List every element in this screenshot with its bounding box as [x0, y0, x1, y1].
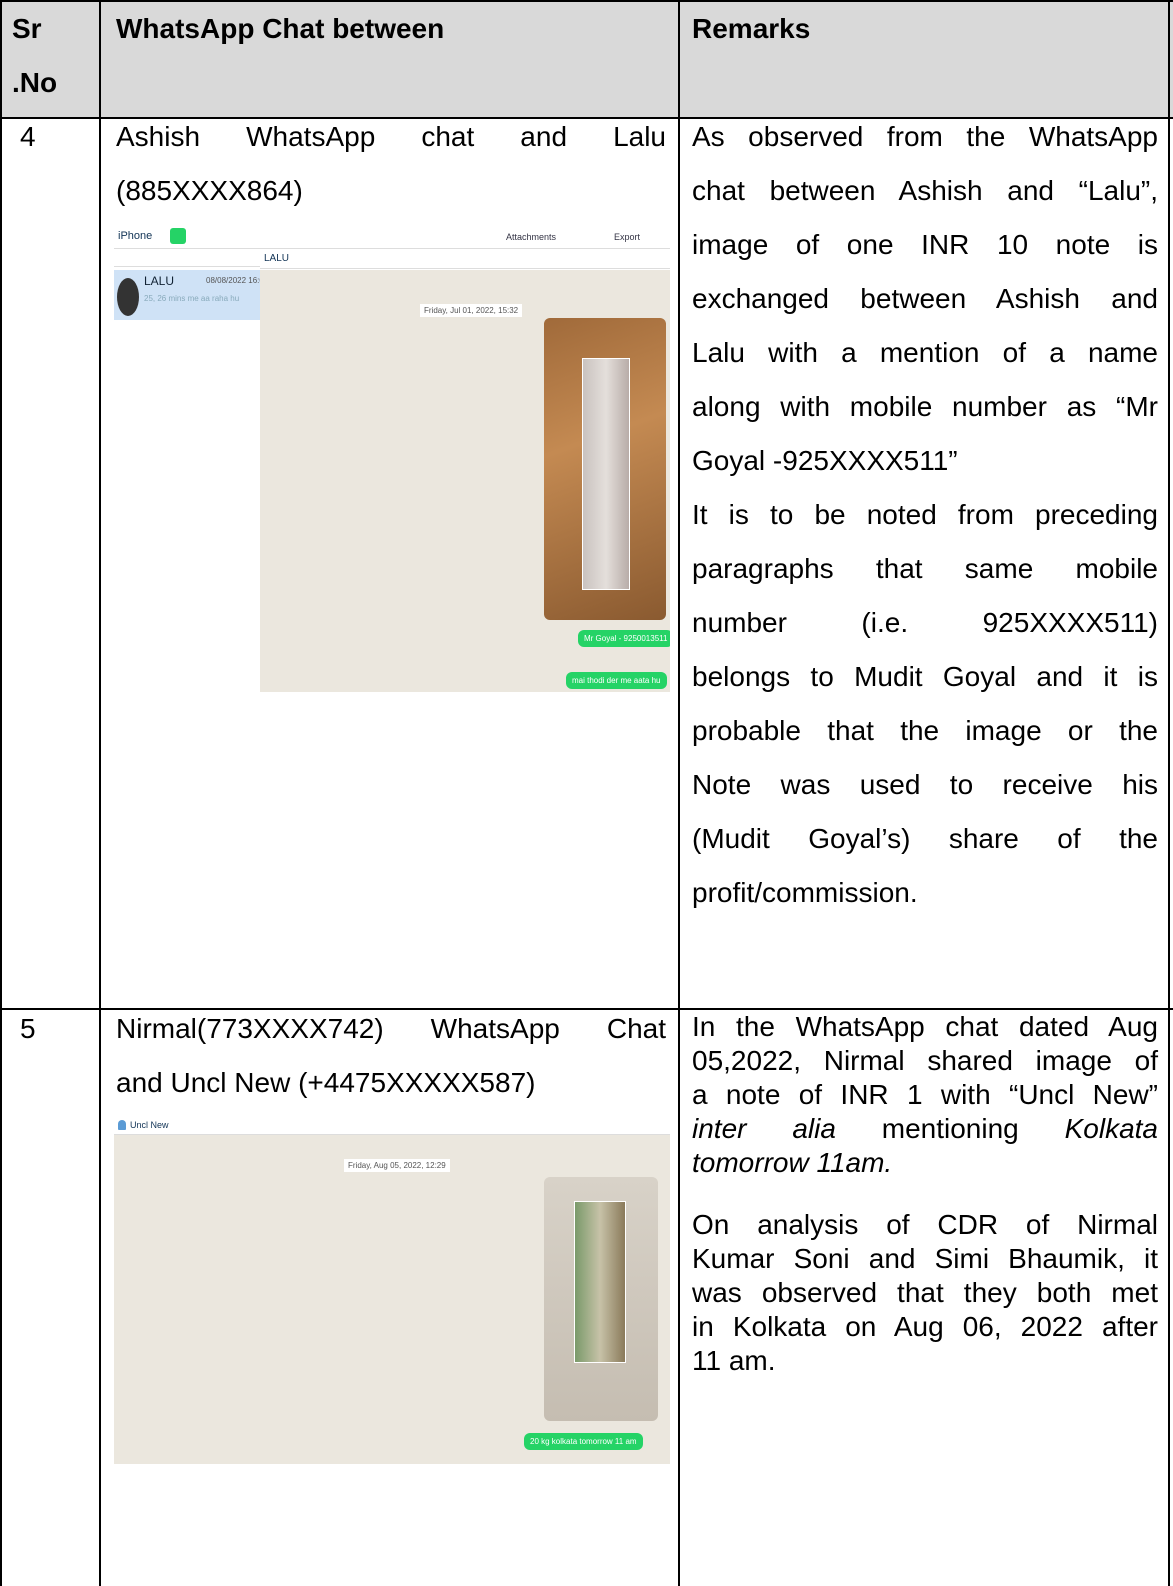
remarks-line: belongs to Mudit Goyal and it is: [692, 661, 1158, 692]
contact-date: 08/08/2022 16:02: [206, 276, 269, 285]
contact-icon: [118, 1120, 126, 1130]
remarks-line: number (i.e. 925XXXX511): [692, 607, 1158, 638]
header-sr: Sr: [12, 13, 42, 44]
remarks-line: As observed from the WhatsApp: [692, 121, 1158, 152]
column-divider-2: [678, 0, 680, 1586]
column-divider-1: [99, 0, 101, 1586]
remarks-line: a note of INR 1 with “Uncl New”: [692, 1078, 1158, 1112]
text-span: 05,2022, Nirmal shared image of: [692, 1045, 1158, 1076]
chat-title-word: Chat: [606, 1013, 666, 1044]
banknote: [574, 1201, 626, 1363]
chat-header-name: LALU: [264, 253, 290, 264]
export-label: Export: [614, 232, 641, 242]
message-bubble: 20 kg kolkata tomorrow 11 am: [524, 1433, 643, 1450]
remarks-line: exchanged between Ashish and: [692, 283, 1158, 314]
attachments-label: Attachments: [506, 232, 557, 242]
chat-title-word: Ashish: [116, 121, 201, 152]
chat-header-name: Uncl New: [130, 1120, 169, 1130]
chat-title-word: WhatsApp: [246, 121, 376, 152]
text-span: In the WhatsApp chat dated Aug: [692, 1011, 1158, 1042]
chat-area: Friday, Jul 01, 2022, 15:32 Mr Goyal - 9…: [260, 270, 670, 692]
text-span: a note of INR 1 with “Uncl New”: [692, 1079, 1158, 1110]
italic-text: inter alia: [692, 1113, 836, 1144]
banknote: [582, 358, 630, 590]
row-4-chat-title: Ashish WhatsApp chat and Lalu: [116, 110, 666, 164]
remarks-line: Kumar Soni and Simi Bhaumik, it: [692, 1243, 1158, 1274]
remarks-paragraph-1: In the WhatsApp chat dated Aug 05,2022, N…: [692, 1010, 1158, 1180]
remarks-line: It is to be noted from preceding: [692, 499, 1158, 530]
chat-title-word: chat: [421, 121, 475, 152]
italic-text: Kolkata: [1064, 1113, 1158, 1144]
chat-title-word: Nirmal(773XXXX742): [116, 1013, 384, 1044]
date-chip: Friday, Aug 05, 2022, 12:29: [344, 1159, 450, 1172]
remarks-line: probable that the image or the: [692, 715, 1158, 746]
remarks-line: tomorrow 11am.: [692, 1146, 1158, 1180]
row-5-chat-title: Nirmal(773XXXX742) WhatsApp Chat: [116, 1002, 666, 1056]
remarks-line: paragraphs that same mobile: [692, 553, 1158, 584]
remarks-line: On analysis of CDR of Nirmal: [692, 1209, 1158, 1240]
screenshot-toolbar: iPhone Attachments Export: [114, 226, 670, 249]
row-5-remarks: In the WhatsApp chat dated Aug 05,2022, N…: [692, 1010, 1158, 1378]
avatar: [117, 278, 139, 316]
whatsapp-screenshot-lalu: iPhone Attachments Export LALU 08/08/202…: [114, 226, 670, 692]
table-border-right: [1168, 0, 1170, 1586]
message-bubble: Mr Goyal - 9250013511: [578, 630, 670, 647]
contact-search: [114, 250, 260, 267]
row-5-sr: 5: [20, 1013, 36, 1044]
chat-title-word: Lalu: [613, 121, 666, 152]
remarks-line: Note was used to receive his: [692, 769, 1158, 800]
contact-preview: 25, 26 mins me aa raha hu: [144, 294, 240, 303]
remarks-line: (Mudit Goyal’s) share of the: [692, 823, 1158, 854]
iphone-label: iPhone: [118, 230, 153, 242]
remarks-line: Goyal -925XXXX511”: [692, 445, 958, 476]
table-border-left: [0, 0, 2, 1586]
remarks-line: inter alia mentioning Kolkata: [692, 1112, 1158, 1146]
chat-title-word: and: [520, 121, 568, 152]
remarks-line: along with mobile number as “Mr: [692, 391, 1158, 422]
contact-list-item: LALU 08/08/2022 16:02 25, 26 mins me aa …: [114, 270, 268, 320]
header-no: .No: [12, 67, 58, 98]
remarks-line: In the WhatsApp chat dated Aug: [692, 1010, 1158, 1044]
rs10-note-photo: [544, 318, 666, 620]
remarks-line: profit/commission.: [692, 877, 918, 908]
row-4-remarks: As observed from the WhatsApp chat betwe…: [692, 110, 1158, 920]
date-chip: Friday, Jul 01, 2022, 15:32: [420, 304, 523, 317]
remarks-table: Sr .No WhatsApp Chat between Remarks 4 A…: [0, 0, 1173, 1586]
row-5-chat-number: and Uncl New (+4475XXXXX587): [116, 1067, 536, 1098]
rs1-note-photo: [544, 1177, 658, 1421]
chat-header: Uncl New: [114, 1118, 670, 1135]
remarks-line: 11 am.: [692, 1345, 776, 1376]
remarks-line: in Kolkata on Aug 06, 2022 after: [692, 1311, 1158, 1342]
whatsapp-screenshot-uncl-new: Uncl New Friday, Aug 05, 2022, 12:29 20 …: [114, 1118, 670, 1464]
remarks-line: 05,2022, Nirmal shared image of: [692, 1044, 1158, 1078]
contact-name: LALU: [144, 274, 175, 288]
remarks-line: was observed that they both met: [692, 1277, 1158, 1308]
chat-header: LALU: [260, 250, 670, 269]
whatsapp-icon: [170, 228, 186, 244]
row-4-sr: 4: [20, 121, 36, 152]
row-4-chat-number: (885XXXX864): [116, 175, 303, 206]
chat-area: Friday, Aug 05, 2022, 12:29 20 kg kolkat…: [114, 1135, 670, 1464]
remarks-line: chat between Ashish and “Lalu”,: [692, 175, 1158, 206]
header-remarks: Remarks: [692, 13, 811, 44]
chat-title-word: WhatsApp: [430, 1013, 560, 1044]
text-span: mentioning: [835, 1113, 1065, 1144]
remarks-line: image of one INR 10 note is: [692, 229, 1158, 260]
remarks-line: Lalu with a mention of a name: [692, 337, 1158, 368]
italic-text: tomorrow 11am.: [692, 1147, 893, 1178]
header-chat: WhatsApp Chat between: [116, 13, 445, 44]
message-bubble: mai thodi der me aata hu: [566, 672, 667, 689]
